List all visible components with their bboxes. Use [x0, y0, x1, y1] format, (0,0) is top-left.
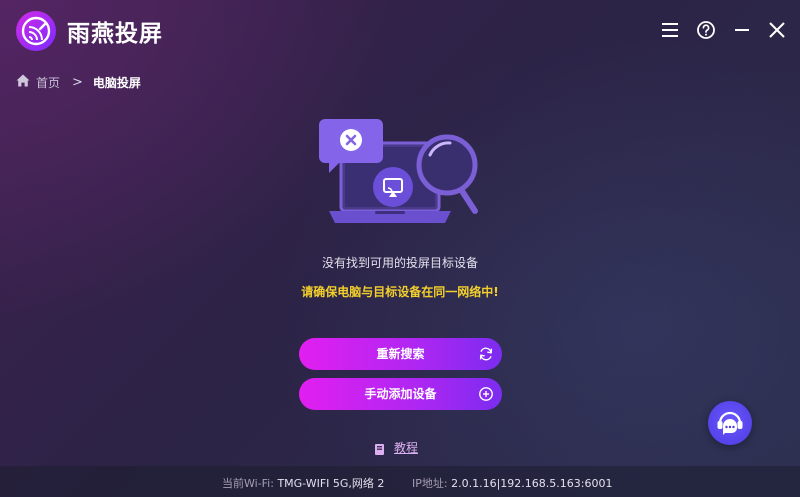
breadcrumb-home-link[interactable]: 首页: [36, 74, 60, 91]
ip-status: IP地址: 2.0.1.16|192.168.5.163:6001: [412, 475, 612, 491]
add-device-label: 手动添加设备: [364, 387, 437, 401]
ip-value: 2.0.1.16|192.168.5.163:6001: [451, 477, 613, 490]
tutorial-label: 教程: [394, 440, 419, 455]
wifi-label: 当前Wi-Fi:: [222, 477, 274, 490]
breadcrumb-current: 电脑投屏: [92, 75, 141, 90]
app-title: 雨燕投屏: [67, 21, 163, 47]
ip-label: IP地址:: [412, 477, 448, 490]
add-circle-icon: [478, 386, 494, 402]
wifi-status: 当前Wi-Fi: TMG-WIFI 5G,网络 2: [222, 475, 384, 491]
help-icon[interactable]: [695, 19, 717, 41]
re-search-button[interactable]: 重新搜索: [299, 338, 502, 370]
book-icon: [373, 441, 386, 455]
no-device-message: 没有找到可用的投屏目标设备: [321, 256, 478, 270]
home-icon[interactable]: [16, 74, 30, 90]
no-device-search-illustration: [315, 113, 485, 233]
close-icon[interactable]: [766, 19, 788, 41]
add-device-button[interactable]: 手动添加设备: [299, 378, 502, 410]
tutorial-link[interactable]: 教程: [373, 439, 418, 455]
breadcrumb: 首页 > 电脑投屏: [16, 73, 141, 91]
cast-logo-icon: [16, 11, 56, 51]
wifi-value: TMG-WIFI 5G,网络 2: [277, 477, 385, 490]
re-search-label: 重新搜索: [376, 347, 425, 361]
status-bar: 当前Wi-Fi: TMG-WIFI 5G,网络 2 IP地址: 2.0.1.16…: [0, 466, 800, 497]
breadcrumb-separator: >: [72, 74, 83, 90]
network-warning: 请确保电脑与目标设备在同一网络中!: [301, 285, 499, 299]
customer-service-icon[interactable]: [708, 401, 752, 445]
refresh-icon: [478, 346, 494, 362]
menu-icon[interactable]: [659, 19, 681, 41]
minimize-icon[interactable]: [731, 19, 753, 41]
title-bar: 雨燕投屏: [0, 0, 800, 60]
